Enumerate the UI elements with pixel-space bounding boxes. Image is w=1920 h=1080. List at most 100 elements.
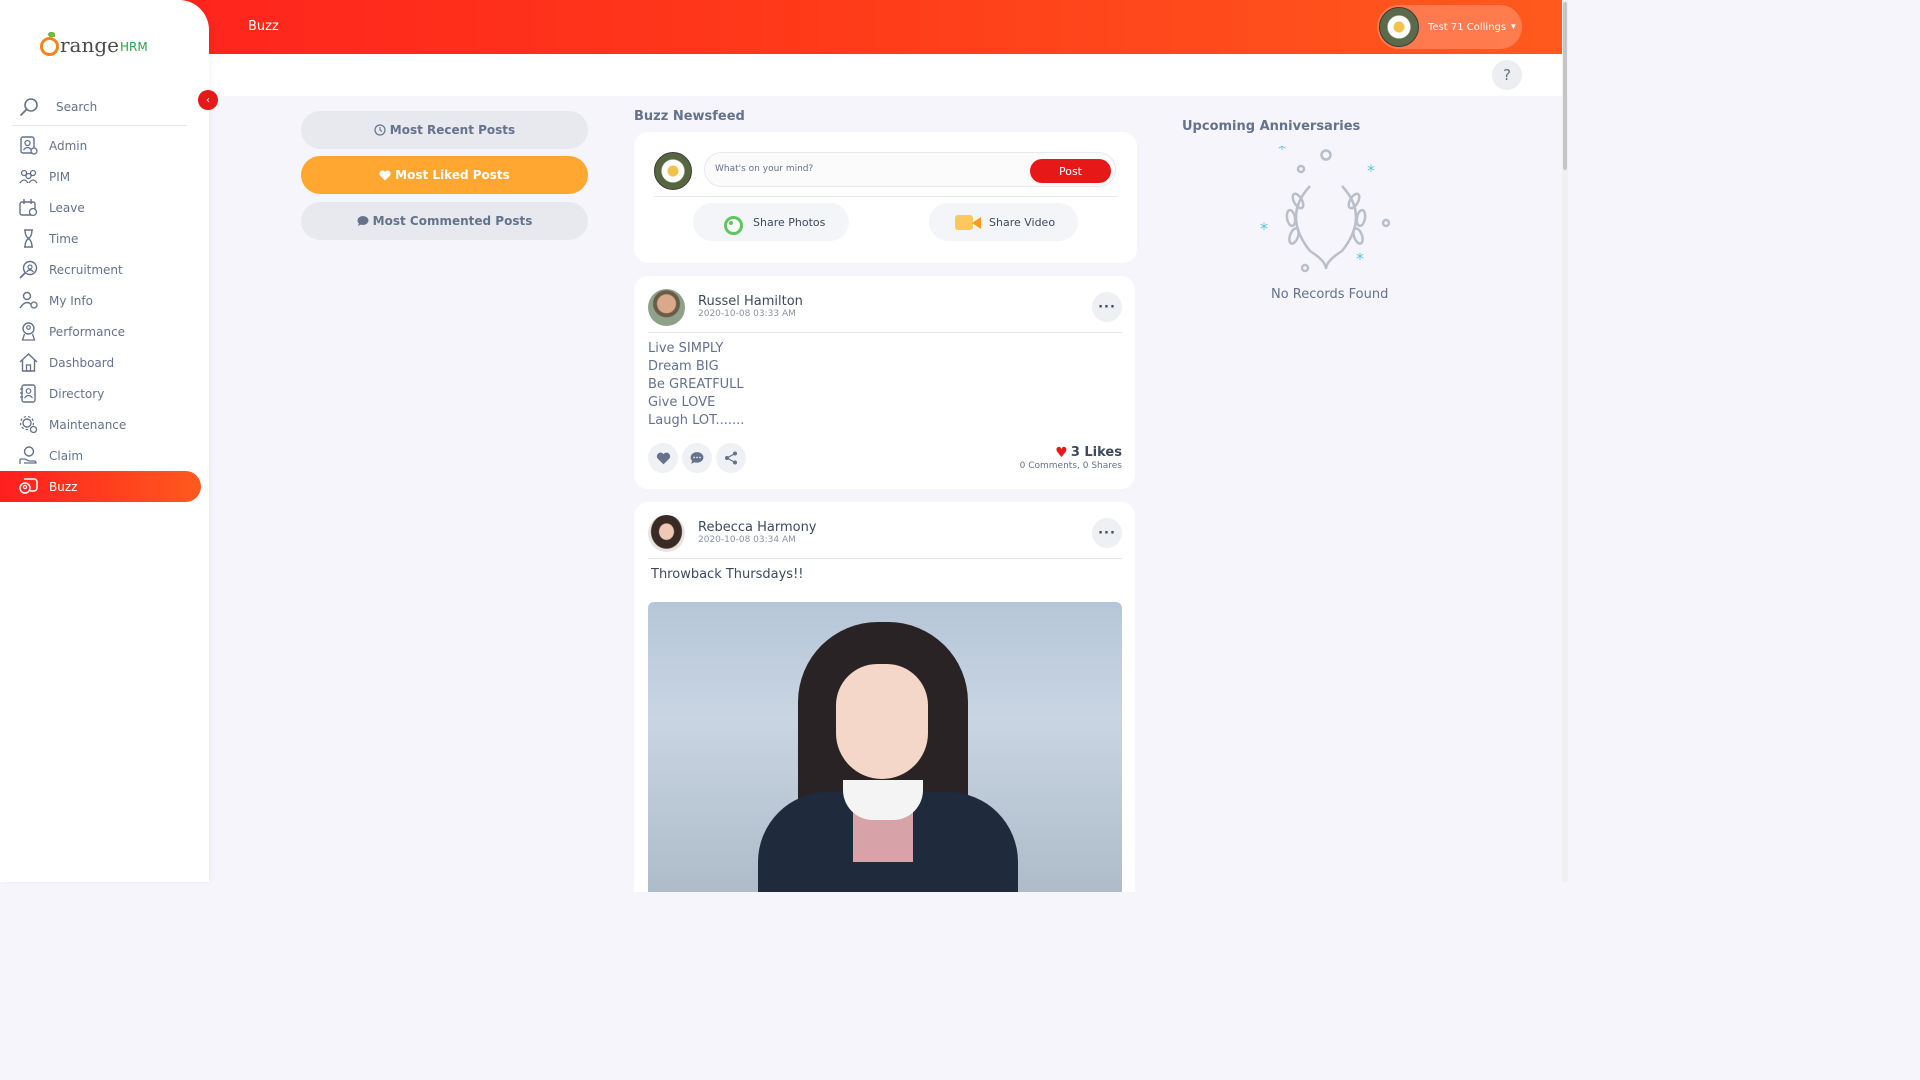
no-records-message: No Records Found [1271,287,1389,302]
post-line: Dream BIG [648,359,719,374]
most-commented-posts-button[interactable]: Most Commented Posts [301,202,588,240]
video-camera-icon [955,214,981,230]
photo-face [836,664,928,779]
share-icon [725,451,737,465]
sidebar-item-label: Directory [49,386,105,401]
anniversaries-title: Upcoming Anniversaries [1182,119,1361,134]
sidebar-item-label: Performance [49,324,126,339]
post-divider [648,332,1122,333]
my-info-icon [19,291,38,309]
user-name: Test 71 Collings [1428,21,1507,33]
author-avatar[interactable] [648,515,685,552]
breadcrumb: Buzz [248,19,279,34]
comments-count[interactable]: 0 Comments [1020,461,1077,471]
page-scrollbar[interactable] [1562,0,1568,882]
post-button[interactable]: Post [1030,159,1111,183]
heart-icon: ♥ [1055,445,1068,461]
orange-logo-icon [40,32,59,56]
post-line: Laugh LOT....... [648,413,745,428]
buzz-icon [19,478,38,494]
sidebar-item-my-info[interactable]: My Info [0,285,201,316]
sidebar-item-label: Admin [49,138,88,153]
sidebar-item-pim[interactable]: PIM [0,161,201,192]
share-photos-label: Share Photos [753,215,826,229]
user-menu[interactable]: Test 71 Collings ▾ [1377,5,1522,49]
sidebar-item-claim[interactable]: Claim [0,440,201,471]
search-icon [20,97,38,116]
photo-collar [843,780,923,820]
post-options-button[interactable]: ··· [1092,518,1122,548]
post-author[interactable]: Rebecca Harmony [698,520,817,535]
shares-count[interactable]: 0 Shares [1083,461,1122,471]
post-line: Be GREATFULL [648,377,744,392]
post-date: 2020-10-08 03:34 AM [698,535,796,545]
share-button[interactable] [716,443,746,473]
likes-count[interactable]: ♥ 3 Likes [1055,443,1122,462]
sidebar-item-label: Dashboard [49,355,115,370]
logo-word: range [60,33,120,57]
share-video-button[interactable]: Share Video [929,203,1078,241]
sidebar-item-maintenance[interactable]: Maintenance [0,409,201,440]
like-button[interactable] [648,443,678,473]
post-divider [648,558,1122,559]
author-avatar[interactable] [648,289,685,326]
heart-icon [379,170,391,180]
svg-text:*: * [1260,219,1268,238]
leave-icon [19,199,38,217]
sidebar: range HRM Search Admin PIM Leave Time Re… [0,0,209,882]
share-photos-button[interactable]: Share Photos [693,203,849,241]
comment-icon [357,216,369,226]
post-input[interactable]: What's on your mind? Post [704,152,1116,187]
sidebar-item-directory[interactable]: Directory [0,378,201,409]
admin-icon [20,136,38,155]
sidebar-item-dashboard[interactable]: Dashboard [0,347,201,378]
sidebar-item-leave[interactable]: Leave [0,192,201,223]
sidebar-item-recruitment[interactable]: Recruitment [0,254,201,285]
comment-icon [690,452,704,464]
sidebar-search[interactable]: Search [12,88,187,126]
filter-label: Most Recent Posts [389,123,516,137]
post-author[interactable]: Russel Hamilton [698,294,803,309]
maintenance-icon [19,415,38,434]
orangehrm-logo[interactable]: range HRM [40,26,148,56]
post-photo[interactable] [648,602,1122,892]
svg-text:*: * [1278,146,1286,158]
post-stats: 0 Comments, 0 Shares [1019,461,1122,471]
newsfeed-title: Buzz Newsfeed [634,109,745,124]
user-avatar [1379,7,1419,47]
filter-label: Most Liked Posts [395,168,510,182]
post-line: Give LOVE [648,395,716,410]
sidebar-item-label: Leave [49,200,85,215]
svg-text:*: * [1356,249,1364,268]
comment-button[interactable] [682,443,712,473]
recruitment-icon [19,260,38,279]
claim-icon [19,446,37,464]
sidebar-item-label: Buzz [49,479,78,494]
sidebar-item-label: PIM [49,169,71,184]
post-body: Live SIMPLY Dream BIG Be GREATFULL Give … [648,340,744,430]
sidebar-item-buzz[interactable]: Buzz [0,471,201,502]
most-liked-posts-button[interactable]: Most Liked Posts [301,156,588,194]
composer-divider [654,196,1117,197]
share-video-label: Share Video [989,215,1056,229]
camera-icon [721,213,743,235]
sub-header [209,54,1562,96]
sidebar-item-time[interactable]: Time [0,223,201,254]
sidebar-item-performance[interactable]: Performance [0,316,201,347]
post-date: 2020-10-08 03:33 AM [698,309,796,319]
post-options-button[interactable]: ··· [1092,292,1122,322]
most-recent-posts-button[interactable]: Most Recent Posts [301,111,588,149]
help-button[interactable]: ? [1492,60,1522,90]
sidebar-item-label: My Info [49,293,93,308]
sidebar-item-admin[interactable]: Admin [0,130,201,161]
post-line: Live SIMPLY [648,341,724,356]
scrollbar-thumb[interactable] [1563,2,1567,170]
likes-label: 3 Likes [1070,444,1122,460]
sidebar-item-label: Maintenance [49,417,127,432]
post-body: Throwback Thursdays!! [651,567,804,582]
directory-icon [20,384,36,403]
pim-icon [19,169,38,184]
sidebar-collapse-button[interactable]: ‹ [198,90,218,110]
sidebar-item-label: Time [49,231,79,246]
post-card: Rebecca Harmony 2020-10-08 03:34 AM ··· … [634,502,1135,892]
